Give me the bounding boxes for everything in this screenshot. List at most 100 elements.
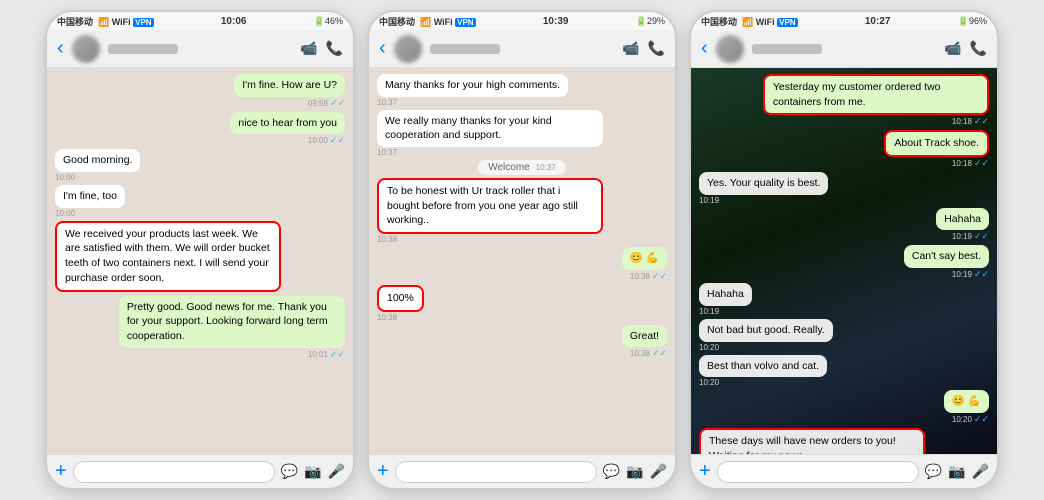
- chat-body: Many thanks for your high comments.10:37…: [369, 68, 675, 454]
- battery: 🔋46%: [314, 16, 343, 27]
- message-text: Can't say best.: [912, 250, 981, 262]
- message-bubble-3: I'm fine, too: [55, 185, 125, 208]
- back-button[interactable]: ‹: [701, 37, 708, 60]
- message-row: 100% 10:38: [377, 285, 424, 322]
- message-time: 10:20: [699, 343, 719, 352]
- chat-footer: + 💬 📷 🎤: [369, 454, 675, 488]
- time-text: 10:37: [377, 98, 397, 107]
- camera-icon[interactable]: 📷: [626, 463, 643, 480]
- message-text: 100%: [387, 292, 414, 304]
- message-row: Yes. Your quality is best. 10:19: [699, 172, 828, 205]
- message-row: Can't say best.10:19✓✓: [904, 245, 989, 280]
- message-text: Hahaha: [707, 288, 744, 300]
- message-row: These days will have new orders to you! …: [699, 428, 925, 454]
- message-text: Yesterday my customer ordered two contai…: [773, 81, 941, 108]
- phone-2: 中国移动 📶 WiFi VPN 10:39 🔋29% ‹ 📹 📞 Many th…: [367, 10, 677, 490]
- sticker-icon[interactable]: 💬: [281, 463, 298, 480]
- phone-call-icon[interactable]: 📞: [326, 40, 343, 57]
- sticker-icon[interactable]: 💬: [925, 463, 942, 480]
- message-text: 😊 💪: [630, 252, 659, 264]
- message-text: I'm fine, too: [63, 190, 117, 202]
- message-text: We received your products last week. We …: [65, 228, 270, 284]
- tick-marks: ✓✓: [652, 348, 667, 359]
- message-input[interactable]: [73, 461, 275, 483]
- message-text: Best than volvo and cat.: [707, 360, 819, 372]
- status-bar: 中国移动 📶 WiFi VPN 10:27 🔋96%: [691, 12, 997, 30]
- microphone-icon[interactable]: 🎤: [972, 463, 989, 480]
- tick-marks: ✓✓: [330, 349, 345, 360]
- message-text: To be honest with Ur track roller that i…: [387, 185, 578, 226]
- chat-header: ‹ 📹 📞: [47, 30, 353, 68]
- message-input[interactable]: [395, 461, 597, 483]
- message-time: 10:20✓✓: [952, 414, 989, 425]
- message-time: 10:38: [377, 313, 397, 322]
- message-bubble-5: Hahaha: [699, 283, 752, 306]
- contact-name-area: [752, 44, 936, 54]
- tick-marks: ✓✓: [652, 271, 667, 282]
- message-time: 10:19: [699, 307, 719, 316]
- plus-button[interactable]: +: [55, 460, 67, 483]
- time-text: 10:20: [952, 415, 972, 424]
- time-text: 10:38: [630, 349, 650, 358]
- video-call-icon[interactable]: 📹: [944, 40, 961, 57]
- message-time: 10:38✓✓: [630, 348, 667, 359]
- message-row: Pretty good. Good news for me. Thank you…: [119, 296, 345, 360]
- time-text: 10:18: [952, 117, 972, 126]
- message-text: Not bad but good. Really.: [707, 324, 825, 336]
- status-bar: 中国移动 📶 WiFi VPN 10:06 🔋46%: [47, 12, 353, 30]
- message-bubble-4: 😊 💪: [622, 247, 667, 270]
- tick-marks: ✓✓: [974, 231, 989, 242]
- avatar: [716, 35, 744, 63]
- back-button[interactable]: ‹: [379, 37, 386, 60]
- plus-button[interactable]: +: [699, 460, 711, 483]
- message-time: 10:19: [699, 196, 719, 205]
- message-row: Best than volvo and cat. 10:20: [699, 355, 827, 388]
- battery: 🔋29%: [636, 16, 665, 27]
- phone-call-icon[interactable]: 📞: [970, 40, 987, 57]
- video-call-icon[interactable]: 📹: [622, 40, 639, 57]
- camera-icon[interactable]: 📷: [948, 463, 965, 480]
- video-call-icon[interactable]: 📹: [300, 40, 317, 57]
- message-text: Welcome: [488, 162, 530, 173]
- message-time: 10:00: [55, 173, 75, 182]
- time-text: 10:20: [699, 343, 719, 352]
- phone-call-icon[interactable]: 📞: [648, 40, 665, 57]
- message-bubble-5: 100%: [377, 285, 424, 312]
- tick-marks: ✓✓: [974, 158, 989, 169]
- message-time: 10:00: [55, 209, 75, 218]
- status-bar: 中国移动 📶 WiFi VPN 10:39 🔋29%: [369, 12, 675, 30]
- contact-name-area: [108, 44, 292, 54]
- time-text: 10:00: [55, 209, 75, 218]
- time-text: 09:58: [308, 99, 328, 108]
- message-row: To be honest with Ur track roller that i…: [377, 178, 603, 244]
- message-time: 10:20: [699, 378, 719, 387]
- tick-marks: ✓✓: [974, 116, 989, 127]
- message-row: Hahaha 10:19: [699, 283, 752, 316]
- tick-marks: ✓✓: [330, 98, 345, 109]
- message-row: Yesterday my customer ordered two contai…: [763, 74, 989, 127]
- message-text: nice to hear from you: [238, 117, 337, 129]
- chat-footer: + 💬 📷 🎤: [47, 454, 353, 488]
- microphone-icon[interactable]: 🎤: [650, 463, 667, 480]
- message-input[interactable]: [717, 461, 919, 483]
- plus-button[interactable]: +: [377, 460, 389, 483]
- tick-marks: ✓✓: [330, 135, 345, 146]
- message-bubble-2: Good morning.: [55, 149, 140, 172]
- message-row: Not bad but good. Really. 10:20: [699, 319, 833, 352]
- camera-icon[interactable]: 📷: [304, 463, 321, 480]
- time-text: 10:19: [699, 196, 719, 205]
- message-row: I'm fine. How are U?09:58✓✓: [234, 74, 345, 109]
- sticker-icon[interactable]: 💬: [603, 463, 620, 480]
- message-text: We really many thanks for your kind coop…: [385, 115, 552, 142]
- message-time: 10:37: [377, 98, 397, 107]
- message-text: Yes. Your quality is best.: [707, 177, 820, 189]
- message-row: Many thanks for your high comments.10:37: [377, 74, 568, 107]
- microphone-icon[interactable]: 🎤: [328, 463, 345, 480]
- message-bubble-4: We received your products last week. We …: [55, 221, 281, 292]
- carrier-time: 中国移动 📶 WiFi VPN: [57, 15, 154, 28]
- back-button[interactable]: ‹: [57, 37, 64, 60]
- message-time: 10:37: [377, 148, 397, 157]
- message-time: 10:38: [377, 235, 397, 244]
- message-bubble-7: Best than volvo and cat.: [699, 355, 827, 378]
- message-row: Hahaha10:19✓✓: [936, 208, 989, 243]
